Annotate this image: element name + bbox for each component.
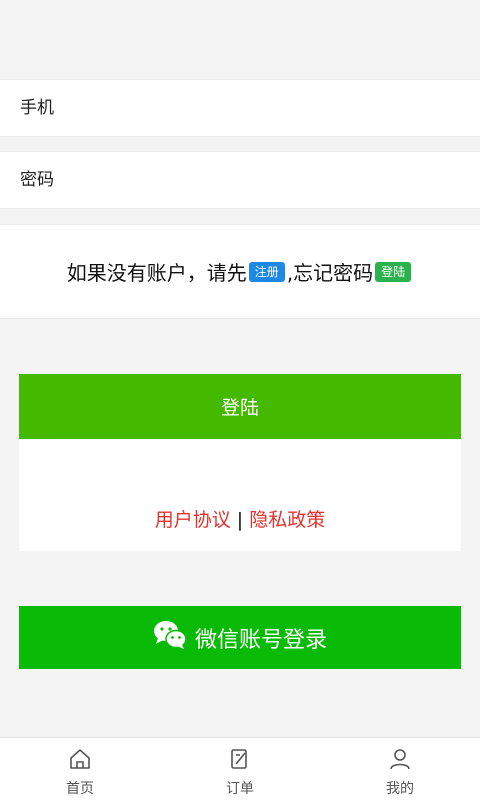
wechat-login-label: 微信账号登录 xyxy=(194,627,327,653)
password-input[interactable] xyxy=(20,170,440,190)
phone-input[interactable] xyxy=(20,98,440,118)
hint-prefix: 如果没有账户，请先 xyxy=(66,261,247,285)
agreement-links: 用户协议 | 隐私政策 xyxy=(19,505,461,532)
register-link[interactable]: 注册 xyxy=(248,261,285,282)
login-button[interactable]: 登陆 xyxy=(19,374,461,439)
home-icon xyxy=(68,748,92,778)
password-field-row xyxy=(0,151,480,209)
privacy-policy-link[interactable]: 隐私政策 xyxy=(249,509,325,531)
user-agreement-link[interactable]: 用户协议 xyxy=(155,509,231,531)
tab-home-label: 首页 xyxy=(66,781,94,797)
register-hint: 如果没有账户，请先 注册 ,忘记密码 登陆 xyxy=(67,257,413,286)
register-hint-row: 如果没有账户，请先 注册 ,忘记密码 登陆 xyxy=(0,224,480,319)
hint-middle: ,忘记密码 xyxy=(286,261,374,285)
wechat-icon xyxy=(153,620,187,656)
order-icon xyxy=(229,748,251,778)
tab-orders-label: 订单 xyxy=(226,781,254,797)
wechat-login-button[interactable]: 微信账号登录 xyxy=(19,606,461,669)
tab-mine[interactable]: 我的 xyxy=(320,738,480,800)
bottom-tabbar: 首页 订单 我的 xyxy=(0,737,480,800)
tab-orders[interactable]: 订单 xyxy=(160,738,320,800)
tab-mine-label: 我的 xyxy=(386,781,414,797)
tab-home[interactable]: 首页 xyxy=(0,738,160,800)
phone-field-row xyxy=(0,79,480,137)
forgot-password-login-link[interactable]: 登陆 xyxy=(375,261,412,282)
agreement-card: 用户协议 | 隐私政策 xyxy=(19,439,461,551)
agreement-separator: | xyxy=(230,509,250,531)
user-icon xyxy=(388,748,412,778)
